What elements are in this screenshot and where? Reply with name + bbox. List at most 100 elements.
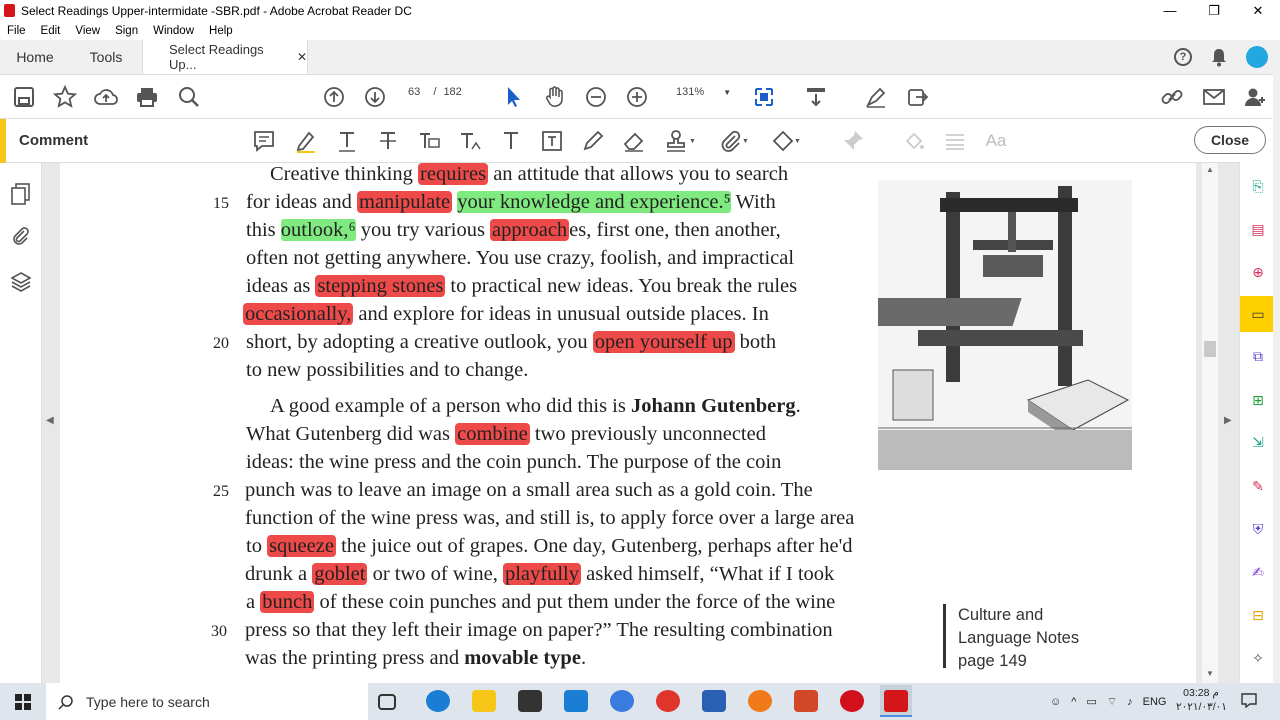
firefox-icon[interactable] bbox=[748, 690, 772, 712]
underline-text-icon[interactable] bbox=[335, 129, 359, 153]
close-window-button[interactable]: ✕ bbox=[1236, 0, 1280, 21]
collapse-left-icon[interactable]: ◀ bbox=[46, 415, 54, 426]
combine-files-icon[interactable]: ⧉ bbox=[1249, 347, 1267, 365]
highlight-pen-icon[interactable] bbox=[294, 129, 318, 153]
people-icon[interactable]: ☺ bbox=[1050, 696, 1061, 708]
text-box-icon[interactable] bbox=[540, 129, 564, 153]
pencil-draw-icon[interactable] bbox=[581, 129, 605, 153]
email-icon[interactable] bbox=[1202, 85, 1226, 109]
close-comment-button[interactable]: Close bbox=[1194, 126, 1266, 154]
chrome-icon[interactable] bbox=[656, 690, 680, 712]
task-view-icon[interactable] bbox=[378, 694, 396, 710]
window-scrollbar[interactable] bbox=[1273, 40, 1280, 683]
pin-icon[interactable] bbox=[841, 129, 865, 153]
tab-document[interactable]: Select Readings Up... ✕ bbox=[142, 40, 308, 74]
upload-cloud-icon[interactable] bbox=[94, 85, 118, 109]
menu-sign[interactable]: Sign bbox=[108, 25, 146, 37]
attach-file-icon[interactable] bbox=[719, 129, 743, 153]
star-bookmark-icon[interactable] bbox=[53, 85, 77, 109]
powerpoint-icon[interactable] bbox=[794, 690, 818, 712]
line-weight-icon[interactable] bbox=[943, 129, 967, 153]
menu-view[interactable]: View bbox=[68, 25, 108, 37]
export-share-icon[interactable] bbox=[906, 85, 930, 109]
notifications-icon[interactable] bbox=[1241, 692, 1257, 708]
collapse-right-icon[interactable]: ▶ bbox=[1224, 415, 1232, 426]
acrobat-taskbar-icon[interactable] bbox=[880, 685, 912, 717]
clock[interactable]: 03:28 م ٢٠٢١/٠٣/٠١ bbox=[1176, 686, 1227, 714]
store-icon[interactable] bbox=[518, 690, 542, 712]
scroll-mode-icon[interactable] bbox=[804, 85, 828, 109]
layers-icon[interactable] bbox=[11, 271, 31, 293]
start-button[interactable] bbox=[0, 683, 46, 720]
word-icon[interactable] bbox=[702, 690, 726, 712]
chromium-icon[interactable] bbox=[610, 690, 634, 712]
attachments-icon[interactable] bbox=[11, 226, 31, 248]
stamp-icon[interactable] bbox=[664, 129, 688, 153]
network-icon[interactable]: ⌔ bbox=[1107, 695, 1117, 709]
stamp-chevron-down-icon[interactable]: ▼ bbox=[689, 138, 696, 145]
tab-close-icon[interactable]: ✕ bbox=[297, 50, 307, 64]
fit-page-icon[interactable] bbox=[752, 85, 776, 109]
edit-pdf-icon[interactable]: ⊞ bbox=[1249, 391, 1267, 409]
page-thumbnails-icon[interactable] bbox=[11, 183, 31, 205]
fill-color-icon[interactable] bbox=[902, 129, 926, 153]
menu-window[interactable]: Window bbox=[146, 25, 202, 37]
help-icon[interactable]: ? bbox=[1174, 48, 1192, 66]
eraser-icon[interactable] bbox=[622, 129, 646, 153]
restore-button[interactable]: ❐ bbox=[1192, 0, 1236, 21]
scroll-down-icon[interactable]: ▼ bbox=[1206, 669, 1214, 678]
customize-tools-icon[interactable]: ✧ bbox=[1249, 649, 1267, 667]
sign-pen-icon[interactable] bbox=[864, 85, 888, 109]
tab-home[interactable]: Home bbox=[0, 40, 70, 74]
opera-icon[interactable] bbox=[840, 690, 864, 712]
create-pdf-icon[interactable]: ⊕ bbox=[1249, 263, 1267, 281]
page-current-input[interactable]: 63 bbox=[402, 84, 426, 100]
more-tools-icon[interactable]: ⊟ bbox=[1249, 606, 1267, 624]
add-text-icon[interactable] bbox=[499, 129, 523, 153]
attach-chevron-down-icon[interactable]: ▼ bbox=[742, 138, 749, 145]
taskbar-search-box[interactable]: Type here to search bbox=[46, 683, 368, 720]
hand-tool-icon[interactable] bbox=[543, 85, 567, 109]
shapes-icon[interactable] bbox=[771, 129, 795, 153]
next-page-icon[interactable] bbox=[363, 85, 387, 109]
menu-help[interactable]: Help bbox=[202, 25, 241, 37]
protect-shield-icon[interactable]: ⛨ bbox=[1249, 520, 1267, 538]
scroll-up-icon[interactable]: ▲ bbox=[1206, 165, 1214, 174]
organize-pages-icon[interactable]: ▤ bbox=[1249, 220, 1267, 238]
avatar[interactable] bbox=[1246, 46, 1268, 68]
bell-icon[interactable] bbox=[1210, 47, 1228, 67]
language-indicator[interactable]: ENG bbox=[1143, 696, 1167, 708]
battery-icon[interactable]: ▭ bbox=[1086, 695, 1096, 708]
link-share-icon[interactable] bbox=[1160, 85, 1184, 109]
insert-text-icon[interactable] bbox=[458, 129, 482, 153]
replace-text-icon[interactable] bbox=[417, 129, 441, 153]
scroll-thumb[interactable] bbox=[1204, 341, 1216, 357]
shapes-chevron-down-icon[interactable]: ▼ bbox=[794, 138, 801, 145]
sticky-note-icon[interactable] bbox=[252, 129, 276, 153]
font-size-icon[interactable]: Aa bbox=[984, 129, 1008, 153]
minimize-button[interactable]: — bbox=[1148, 0, 1192, 21]
select-cursor-icon[interactable] bbox=[502, 85, 526, 109]
comment-tool-icon[interactable]: ▭ bbox=[1249, 305, 1267, 323]
compress-pdf-icon[interactable]: ⇲ bbox=[1249, 433, 1267, 451]
edge-browser-icon[interactable] bbox=[426, 690, 450, 712]
search-zoom-icon[interactable] bbox=[177, 85, 201, 109]
menu-file[interactable]: File bbox=[0, 25, 34, 37]
export-pdf-icon[interactable]: ⎘ bbox=[1249, 177, 1267, 195]
zoom-dropdown[interactable]: 131% ▼ bbox=[668, 86, 731, 98]
previous-page-icon[interactable] bbox=[322, 85, 346, 109]
request-signature-icon[interactable]: ✍ bbox=[1249, 563, 1267, 581]
add-user-icon[interactable] bbox=[1243, 85, 1267, 109]
mail-icon[interactable] bbox=[564, 690, 588, 712]
zoom-in-icon[interactable] bbox=[625, 85, 649, 109]
save-icon[interactable] bbox=[12, 85, 36, 109]
volume-icon[interactable]: ♪ bbox=[1127, 696, 1133, 708]
strikethrough-text-icon[interactable] bbox=[376, 129, 400, 153]
tab-tools[interactable]: Tools bbox=[70, 40, 142, 74]
menu-edit[interactable]: Edit bbox=[34, 25, 69, 37]
print-icon[interactable] bbox=[135, 85, 159, 109]
zoom-out-icon[interactable] bbox=[584, 85, 608, 109]
file-explorer-icon[interactable] bbox=[472, 690, 496, 712]
fill-sign-icon[interactable]: ✎ bbox=[1249, 477, 1267, 495]
show-hidden-icon[interactable]: ^ bbox=[1071, 696, 1076, 708]
